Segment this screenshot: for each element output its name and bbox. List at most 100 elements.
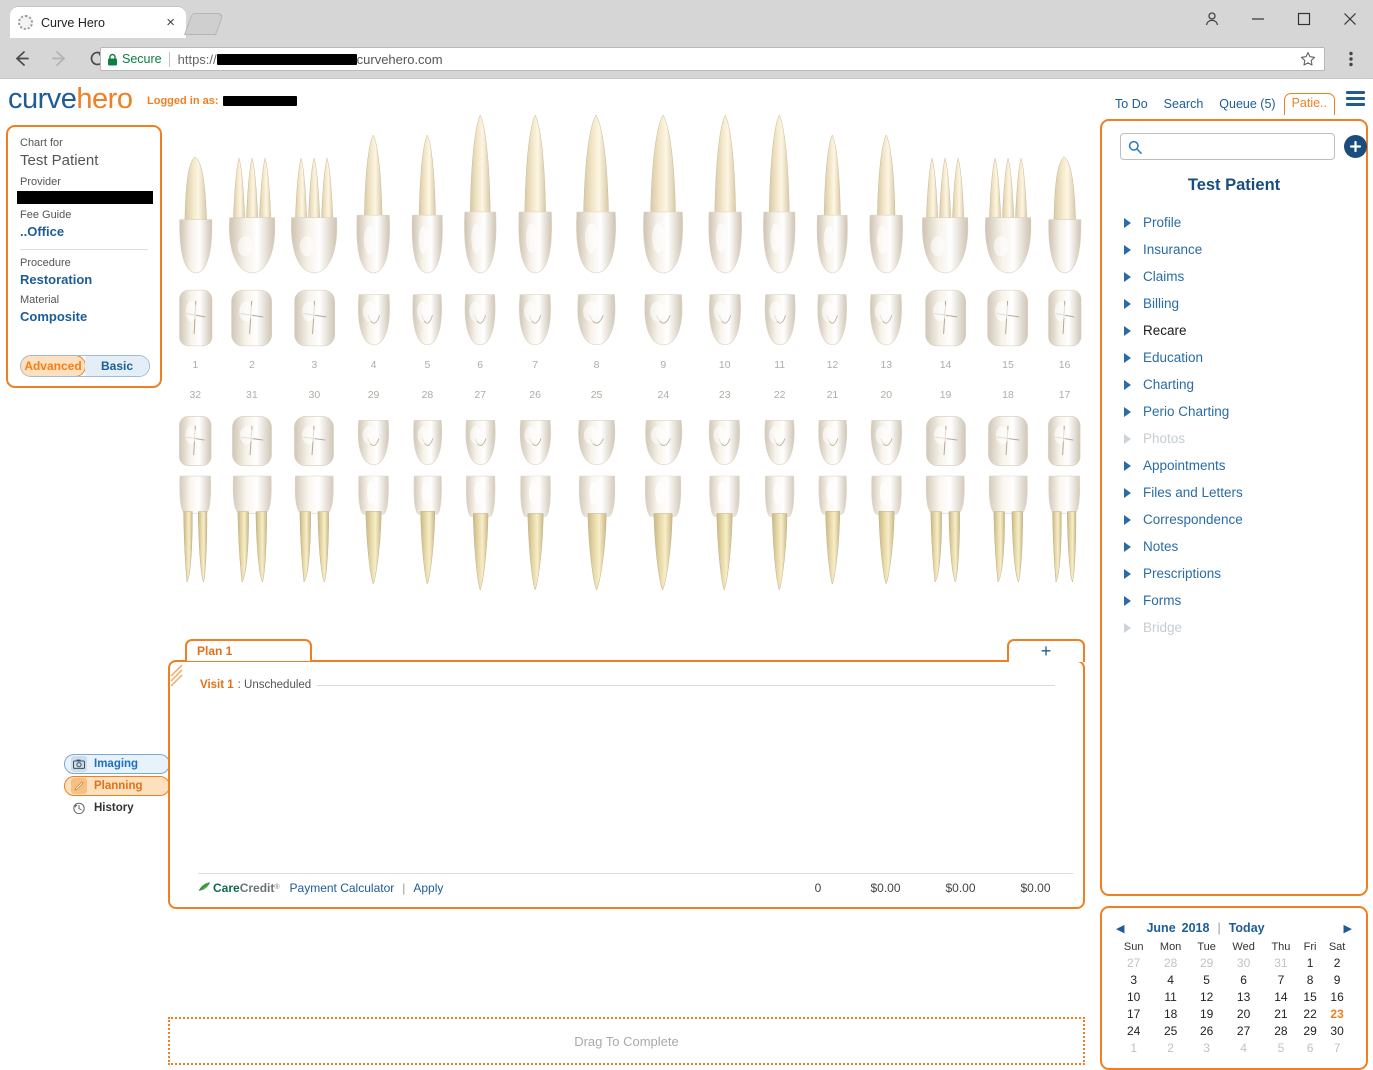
tooth-13-root[interactable] bbox=[858, 109, 914, 274]
close-window-button[interactable] bbox=[1327, 0, 1373, 38]
calendar-day[interactable]: 30 bbox=[1223, 954, 1263, 971]
calendar-day[interactable]: 9 bbox=[1322, 971, 1352, 988]
tooth-21-occlusal[interactable] bbox=[807, 407, 859, 475]
tooth-2-root[interactable] bbox=[221, 109, 283, 274]
tooth-number-28[interactable]: 28 bbox=[402, 389, 454, 401]
calendar-day[interactable]: 5 bbox=[1264, 1039, 1298, 1056]
calendar-day[interactable]: 25 bbox=[1151, 1022, 1190, 1039]
tooth-20-occlusal[interactable] bbox=[858, 407, 914, 475]
tooth-number-9[interactable]: 9 bbox=[630, 359, 697, 371]
tooth-20-root[interactable] bbox=[858, 474, 914, 599]
tooth-30-occlusal[interactable] bbox=[283, 407, 345, 475]
tooth-3-root[interactable] bbox=[283, 109, 345, 274]
tooth-16-root[interactable] bbox=[1039, 109, 1090, 274]
drag-to-complete-zone[interactable]: Drag To Complete bbox=[168, 1017, 1085, 1065]
tooth-29-root[interactable] bbox=[346, 474, 402, 599]
calendar-day[interactable]: 24 bbox=[1116, 1022, 1151, 1039]
tooth-number-8[interactable]: 8 bbox=[563, 359, 630, 371]
calendar-day[interactable]: 14 bbox=[1264, 988, 1298, 1005]
tooth-10-root[interactable] bbox=[697, 109, 753, 274]
tooth-32-occlusal[interactable] bbox=[170, 407, 221, 475]
bookmark-star-icon[interactable] bbox=[1300, 51, 1316, 70]
patient-nav-item-profile[interactable]: Profile bbox=[1102, 209, 1366, 236]
tooth-29-occlusal[interactable] bbox=[346, 407, 402, 475]
address-bar[interactable]: Secure https:// curvehero.com bbox=[100, 47, 1325, 71]
tooth-7-root[interactable] bbox=[507, 109, 563, 274]
tooth-18-occlusal[interactable] bbox=[977, 407, 1039, 475]
search-input[interactable] bbox=[1147, 138, 1327, 155]
tooth-number-23[interactable]: 23 bbox=[697, 389, 753, 401]
calendar-day[interactable]: 1 bbox=[1298, 954, 1322, 971]
calendar-day[interactable]: 5 bbox=[1190, 971, 1223, 988]
calendar-day[interactable]: 7 bbox=[1322, 1039, 1352, 1056]
patient-nav-item-claims[interactable]: Claims bbox=[1102, 263, 1366, 290]
calendar-day[interactable]: 27 bbox=[1223, 1022, 1263, 1039]
tooth-17-occlusal[interactable] bbox=[1039, 407, 1090, 475]
topnav-item-search[interactable]: Search bbox=[1156, 95, 1212, 115]
tooth-number-3[interactable]: 3 bbox=[283, 359, 345, 371]
tooth-number-31[interactable]: 31 bbox=[221, 389, 283, 401]
material-value[interactable]: Composite bbox=[20, 308, 148, 326]
tooth-24-occlusal[interactable] bbox=[630, 407, 697, 475]
tooth-31-occlusal[interactable] bbox=[221, 407, 283, 475]
close-tab-icon[interactable]: × bbox=[163, 15, 178, 30]
tooth-15-occlusal[interactable] bbox=[977, 272, 1039, 352]
calendar-day[interactable]: 3 bbox=[1190, 1039, 1223, 1056]
calendar-day[interactable]: 10 bbox=[1116, 988, 1151, 1005]
calendar-day[interactable]: 3 bbox=[1116, 971, 1151, 988]
tooth-number-1[interactable]: 1 bbox=[170, 359, 221, 371]
tooth-16-occlusal[interactable] bbox=[1039, 272, 1090, 352]
patient-nav-item-charting[interactable]: Charting bbox=[1102, 371, 1366, 398]
calendar-day[interactable]: 28 bbox=[1151, 954, 1190, 971]
tooth-26-root[interactable] bbox=[507, 474, 563, 599]
tooth-23-root[interactable] bbox=[697, 474, 753, 599]
tooth-number-7[interactable]: 7 bbox=[507, 359, 563, 371]
tooth-number-4[interactable]: 4 bbox=[346, 359, 402, 371]
calendar-prev-icon[interactable]: ◀ bbox=[1116, 922, 1124, 935]
tooth-18-root[interactable] bbox=[977, 474, 1039, 599]
calendar-day[interactable]: 15 bbox=[1298, 988, 1322, 1005]
apply-link[interactable]: Apply bbox=[413, 881, 443, 895]
tooth-1-root[interactable] bbox=[170, 109, 221, 274]
tooth-number-24[interactable]: 24 bbox=[630, 389, 697, 401]
mode-basic-button[interactable]: Basic bbox=[85, 356, 149, 376]
tooth-3-occlusal[interactable] bbox=[283, 272, 345, 352]
procedure-value[interactable]: Restoration bbox=[20, 271, 148, 289]
calendar-day[interactable]: 21 bbox=[1264, 1005, 1298, 1022]
tooth-8-root[interactable] bbox=[563, 109, 630, 274]
calendar-day[interactable]: 13 bbox=[1223, 988, 1263, 1005]
tooth-30-root[interactable] bbox=[283, 474, 345, 599]
hamburger-menu-icon[interactable] bbox=[1346, 91, 1365, 109]
calendar-day-today[interactable]: 23 bbox=[1322, 1005, 1352, 1022]
calendar-day[interactable]: 12 bbox=[1190, 988, 1223, 1005]
calendar-today-button[interactable]: Today bbox=[1229, 921, 1265, 935]
topnav-item-queue[interactable]: Queue (5) bbox=[1211, 95, 1283, 115]
patient-nav-item-billing[interactable]: Billing bbox=[1102, 290, 1366, 317]
tooth-number-18[interactable]: 18 bbox=[977, 389, 1039, 401]
patient-nav-item-education[interactable]: Education bbox=[1102, 344, 1366, 371]
calendar-day[interactable]: 8 bbox=[1298, 971, 1322, 988]
calendar-day[interactable]: 1 bbox=[1116, 1039, 1151, 1056]
add-plan-button[interactable]: + bbox=[1007, 639, 1085, 662]
tooth-9-occlusal[interactable] bbox=[630, 272, 697, 352]
calendar-day[interactable]: 2 bbox=[1151, 1039, 1190, 1056]
tooth-4-occlusal[interactable] bbox=[346, 272, 402, 352]
topnav-item-todo[interactable]: To Do bbox=[1107, 95, 1156, 115]
tooth-number-12[interactable]: 12 bbox=[807, 359, 859, 371]
topnav-item-patient[interactable]: Patie.. bbox=[1283, 93, 1335, 115]
tooth-24-root[interactable] bbox=[630, 474, 697, 599]
calendar-year[interactable]: 2018 bbox=[1182, 921, 1210, 935]
tooth-19-occlusal[interactable] bbox=[914, 407, 976, 475]
payment-calculator-link[interactable]: Payment Calculator bbox=[290, 881, 395, 895]
tooth-15-root[interactable] bbox=[977, 109, 1039, 274]
tooth-number-11[interactable]: 11 bbox=[753, 359, 807, 371]
resize-handle[interactable] bbox=[169, 662, 191, 688]
calendar-day[interactable]: 2 bbox=[1322, 954, 1352, 971]
tooth-number-20[interactable]: 20 bbox=[858, 389, 914, 401]
calendar-day[interactable]: 29 bbox=[1298, 1022, 1322, 1039]
add-patient-button[interactable] bbox=[1344, 135, 1367, 158]
tooth-2-occlusal[interactable] bbox=[221, 272, 283, 352]
back-button[interactable] bbox=[4, 41, 38, 75]
patient-nav-item-appointments[interactable]: Appointments bbox=[1102, 452, 1366, 479]
patient-nav-item-notes[interactable]: Notes bbox=[1102, 533, 1366, 560]
